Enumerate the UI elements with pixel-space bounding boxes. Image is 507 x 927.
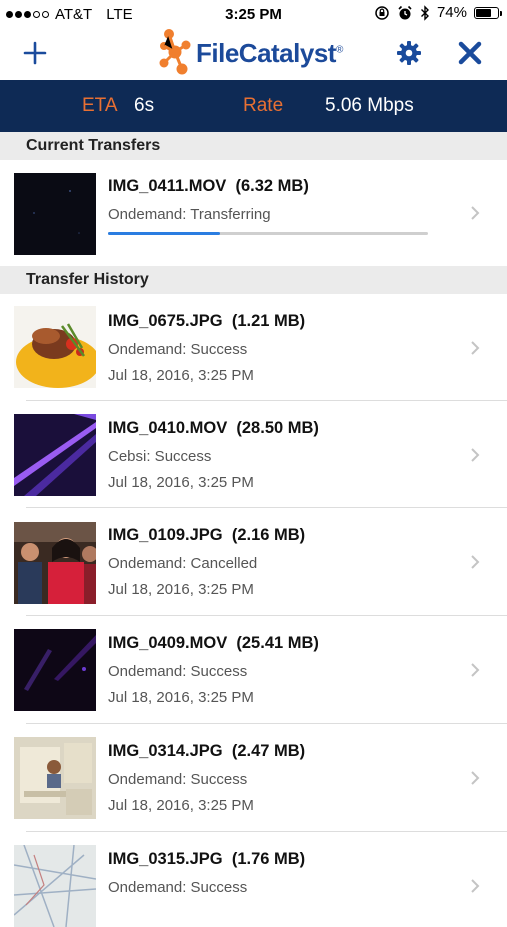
close-button[interactable]: [449, 32, 491, 74]
current-transfer-row[interactable]: IMG_0411.MOV (6.32 MB) Ondemand: Transfe…: [0, 160, 507, 266]
add-button[interactable]: [14, 32, 56, 74]
transfer-status: Cebsi: Success: [108, 448, 212, 465]
transfer-date: Jul 18, 2016, 3:25 PM: [108, 689, 254, 706]
history-row[interactable]: IMG_0109.JPG (2.16 MB) Ondemand: Cancell…: [0, 508, 507, 616]
history-row[interactable]: IMG_0410.MOV (28.50 MB) Cebsi: Success J…: [0, 401, 507, 508]
photo-thumbnail: [14, 737, 96, 819]
transfer-history-header: Transfer History: [0, 266, 507, 294]
status-right: 74%: [374, 4, 502, 21]
battery-percent: 74%: [436, 4, 467, 21]
eta-value: 6s: [134, 95, 155, 116]
history-row[interactable]: IMG_0315.JPG (1.76 MB) Ondemand: Success: [0, 832, 507, 927]
file-size: (1.21 MB): [231, 312, 306, 330]
transfer-date: Jul 18, 2016, 3:25 PM: [108, 474, 254, 491]
progress-fill: [108, 232, 220, 235]
chevron-right-icon: [471, 663, 480, 677]
rate-label: Rate: [243, 95, 284, 116]
app-logo: FileCatalyst®: [158, 28, 343, 78]
orientation-lock-icon: [375, 5, 389, 20]
file-name: IMG_0411.MOV: [108, 177, 227, 195]
logo-text: FileCatalyst: [196, 37, 336, 68]
file-title: IMG_0109.JPG (2.16 MB): [108, 526, 305, 545]
plus-icon: [23, 41, 47, 65]
file-name: IMG_0675.JPG: [108, 312, 223, 330]
file-size: (6.32 MB): [235, 177, 309, 195]
transfer-status: Ondemand: Success: [108, 879, 248, 896]
history-row[interactable]: IMG_0314.JPG (2.47 MB) Ondemand: Success…: [0, 724, 507, 832]
gear-icon: [397, 41, 421, 65]
chevron-right-icon: [471, 555, 480, 569]
transfer-status: Ondemand: Success: [108, 663, 248, 680]
settings-button[interactable]: [388, 32, 430, 74]
photo-thumbnail: [14, 845, 96, 927]
transfer-status: Ondemand: Cancelled: [108, 555, 258, 572]
section-title: Current Transfers: [26, 137, 161, 154]
file-title: IMG_0675.JPG (1.21 MB): [108, 312, 305, 331]
logo-wordmark: FileCatalyst®: [196, 38, 343, 69]
transfer-date: Jul 18, 2016, 3:25 PM: [108, 367, 254, 384]
history-row[interactable]: IMG_0675.JPG (1.21 MB) Ondemand: Success…: [0, 294, 507, 401]
transfer-date: Jul 18, 2016, 3:25 PM: [108, 581, 254, 598]
transfer-rate-bar: ETA 6s Rate 5.06 Mbps: [0, 80, 507, 132]
bluetooth-icon: [420, 4, 429, 21]
file-size: (2.47 MB): [231, 742, 306, 760]
file-size: (28.50 MB): [236, 419, 319, 437]
file-size: (25.41 MB): [236, 634, 319, 652]
chevron-right-icon: [471, 341, 480, 355]
video-thumbnail: [14, 414, 96, 496]
file-title: IMG_0410.MOV (28.50 MB): [108, 419, 319, 438]
battery-icon: [474, 6, 502, 19]
chevron-right-icon: [471, 448, 480, 462]
photo-thumbnail: [14, 522, 96, 604]
transfer-date: Jul 18, 2016, 3:25 PM: [108, 797, 254, 814]
file-name: IMG_0409.MOV: [108, 634, 228, 652]
status-bar: AT&T LTE 3:25 PM 74%: [0, 0, 507, 26]
eta-label: ETA: [82, 95, 118, 116]
file-name: IMG_0315.JPG: [108, 850, 223, 868]
nav-bar: FileCatalyst®: [0, 26, 507, 80]
logo-registered-mark: ®: [335, 43, 343, 55]
file-title: IMG_0315.JPG (1.76 MB): [108, 850, 305, 869]
rate-value: 5.06 Mbps: [325, 95, 414, 116]
file-title: IMG_0411.MOV (6.32 MB): [108, 177, 309, 196]
filecatalyst-logo-mark: [159, 29, 191, 75]
file-name: IMG_0314.JPG: [108, 742, 223, 760]
transfer-status: Ondemand: Success: [108, 771, 248, 788]
close-icon: [458, 41, 482, 65]
alarm-icon: [398, 5, 412, 19]
chevron-right-icon: [471, 879, 480, 893]
file-title: IMG_0314.JPG (2.47 MB): [108, 742, 305, 761]
file-size: (1.76 MB): [231, 850, 306, 868]
file-title: IMG_0409.MOV (25.41 MB): [108, 634, 319, 653]
transfer-status: Ondemand: Transferring: [108, 206, 271, 223]
video-thumbnail: [14, 629, 96, 711]
chevron-right-icon: [471, 206, 480, 220]
transfer-progress-bar: [108, 232, 428, 235]
history-row[interactable]: IMG_0409.MOV (25.41 MB) Ondemand: Succes…: [0, 616, 507, 724]
file-name: IMG_0109.JPG: [108, 526, 223, 544]
video-thumbnail: [14, 173, 96, 255]
current-transfers-header: Current Transfers: [0, 132, 507, 160]
transfer-status: Ondemand: Success: [108, 341, 248, 358]
file-size: (2.16 MB): [231, 526, 306, 544]
chevron-right-icon: [471, 771, 480, 785]
photo-thumbnail: [14, 306, 96, 388]
file-name: IMG_0410.MOV: [108, 419, 228, 437]
section-title: Transfer History: [26, 271, 149, 288]
